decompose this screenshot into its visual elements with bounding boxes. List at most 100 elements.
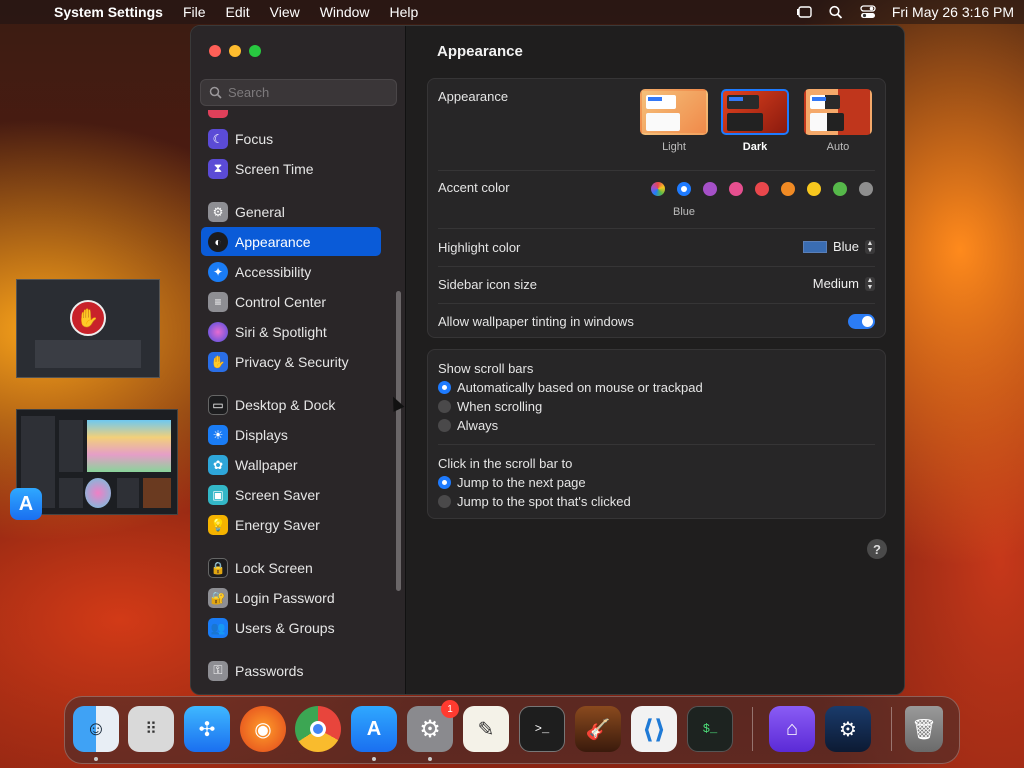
accent-red[interactable]: [755, 182, 769, 196]
running-indicator: [94, 757, 98, 761]
sidebar-item-users-groups[interactable]: 👥 Users & Groups: [201, 613, 381, 642]
accent-purple[interactable]: [703, 182, 717, 196]
divider: [438, 228, 875, 229]
chrome-icon[interactable]: [295, 706, 341, 752]
running-indicator: [428, 757, 432, 761]
radio-scroll-when-scrolling[interactable]: When scrolling: [438, 399, 542, 414]
app-store-icon[interactable]: A: [351, 706, 397, 752]
search-icon: [209, 86, 222, 99]
terminal-icon[interactable]: >_: [519, 706, 565, 752]
lock-icon: 🔒: [208, 557, 228, 578]
radio-dot: [438, 419, 451, 432]
sidebar-item-desktop-dock[interactable]: ▭ Desktop & Dock: [201, 390, 381, 419]
zoom-button[interactable]: [249, 45, 261, 57]
app-store-icon[interactable]: A: [10, 488, 42, 520]
wallpaper-tinting-label: Allow wallpaper tinting in windows: [438, 314, 634, 329]
accent-green[interactable]: [833, 182, 847, 196]
sidebar-item-general[interactable]: ⚙ General: [201, 197, 381, 226]
stage-manager-icon[interactable]: [796, 5, 812, 19]
flower-icon: ✿: [208, 454, 228, 475]
screen-saver-icon: ▣: [208, 484, 228, 505]
radio-dot: [438, 400, 451, 413]
sidebar-item-label: Siri & Spotlight: [235, 323, 327, 340]
app-menu-name[interactable]: System Settings: [54, 4, 163, 20]
sidebar-item-control-center[interactable]: ≡ Control Center: [201, 287, 381, 316]
steam-icon[interactable]: ⚙: [825, 706, 871, 752]
menu-file[interactable]: File: [183, 4, 206, 20]
firefox-icon[interactable]: ◉: [240, 706, 286, 752]
storage-icon[interactable]: ⌂: [769, 706, 815, 752]
sidebar-item-passwords[interactable]: ⚿ Passwords: [201, 656, 381, 685]
wallpaper-tinting-toggle[interactable]: [848, 314, 875, 329]
thumbnail-tile: [143, 478, 171, 508]
accessibility-icon: ✦: [208, 261, 228, 282]
radio-scroll-automatic[interactable]: Automatically based on mouse or trackpad: [438, 380, 703, 395]
menu-window[interactable]: Window: [320, 4, 370, 20]
textedit-icon[interactable]: ✎: [463, 706, 509, 752]
finder-icon[interactable]: ☺: [73, 706, 119, 752]
sidebar-item-siri-spotlight[interactable]: Siri & Spotlight: [201, 317, 381, 346]
accent-multicolor[interactable]: [651, 182, 665, 196]
sidebar-item-energy-saver[interactable]: 💡 Energy Saver: [201, 510, 381, 539]
console-icon[interactable]: $_: [687, 706, 733, 752]
sidebar-item-wallpaper[interactable]: ✿ Wallpaper: [201, 450, 381, 479]
theme-auto[interactable]: Auto: [804, 89, 872, 153]
search-input[interactable]: [228, 85, 388, 100]
running-indicator: [372, 757, 376, 761]
menu-clock[interactable]: Fri May 26 3:16 PM: [892, 4, 1014, 20]
menu-view[interactable]: View: [270, 4, 300, 20]
sidebar-item-accessibility[interactable]: ✦ Accessibility: [201, 257, 381, 286]
menu-edit[interactable]: Edit: [226, 4, 250, 20]
spotlight-search-icon[interactable]: [828, 5, 844, 19]
partial-sidebar-icon: [208, 110, 228, 118]
radio-jump-to-spot[interactable]: Jump to the spot that's clicked: [438, 494, 631, 509]
system-settings-icon[interactable]: ⚙ 1: [407, 700, 459, 752]
sidebar-item-label: Displays: [235, 426, 288, 443]
accent-blue[interactable]: [677, 182, 691, 196]
theme-dark[interactable]: Dark: [721, 89, 789, 153]
vscode-icon[interactable]: ⟨⟩: [631, 706, 677, 752]
sidebar-icon-size-value: Medium: [812, 276, 859, 291]
sidebar-item-focus[interactable]: ☾ Focus: [201, 124, 381, 153]
apple-menu-icon[interactable]: [20, 3, 38, 21]
thumbnail-rainbow-image: [87, 420, 171, 472]
radio-label: Jump to the spot that's clicked: [457, 494, 631, 509]
sidebar-item-login-password[interactable]: 🔐 Login Password: [201, 583, 381, 612]
control-center-icon[interactable]: [860, 5, 876, 19]
safari-icon[interactable]: ✣: [184, 706, 230, 752]
window-controls: [209, 45, 261, 57]
help-button[interactable]: ?: [867, 539, 887, 559]
highlight-color-popup[interactable]: Blue ▲ ▼: [802, 239, 875, 254]
click-scroll-bar-label: Click in the scroll bar to: [438, 456, 573, 471]
close-button[interactable]: [209, 45, 221, 57]
trash-icon[interactable]: 🗑: [905, 706, 943, 752]
sidebar-scrollbar[interactable]: [396, 291, 401, 591]
sidebar-item-screen-saver[interactable]: ▣ Screen Saver: [201, 480, 381, 509]
sidebar-item-label: Control Center: [235, 293, 327, 310]
launchpad-icon[interactable]: ⠿: [128, 706, 174, 752]
sidebar-icon-size-popup[interactable]: Medium ▲ ▼: [813, 276, 875, 291]
divider: [438, 303, 875, 304]
radio-jump-next-page[interactable]: Jump to the next page: [438, 475, 586, 490]
show-scroll-bars-label: Show scroll bars: [438, 361, 534, 376]
minimize-button[interactable]: [229, 45, 241, 57]
theme-light[interactable]: Light: [640, 89, 708, 153]
garageband-icon[interactable]: 🎸: [575, 706, 621, 752]
search-field[interactable]: [200, 79, 397, 106]
accent-orange[interactable]: [781, 182, 795, 196]
sidebar-item-privacy-security[interactable]: ✋ Privacy & Security: [201, 347, 381, 376]
accent-graphite[interactable]: [859, 182, 873, 196]
window-thumbnail-blocked[interactable]: ✋: [16, 279, 160, 378]
radio-scroll-always[interactable]: Always: [438, 418, 498, 433]
accent-yellow[interactable]: [807, 182, 821, 196]
sidebar-item-displays[interactable]: ☀ Displays: [201, 420, 381, 449]
chevron-updown-icon: ▲ ▼: [865, 239, 875, 254]
sidebar-item-lock-screen[interactable]: 🔒 Lock Screen: [201, 553, 381, 582]
sidebar-item-appearance[interactable]: ◐ Appearance: [201, 227, 381, 256]
sidebar-item-screen-time[interactable]: ⧗ Screen Time: [201, 154, 381, 183]
menu-help[interactable]: Help: [390, 4, 419, 20]
accent-pink[interactable]: [729, 182, 743, 196]
appearance-icon: ◐: [208, 231, 228, 252]
scroll-bars-group: Show scroll bars Automatically based on …: [427, 349, 886, 519]
sidebar-item-label: Appearance: [235, 233, 311, 250]
